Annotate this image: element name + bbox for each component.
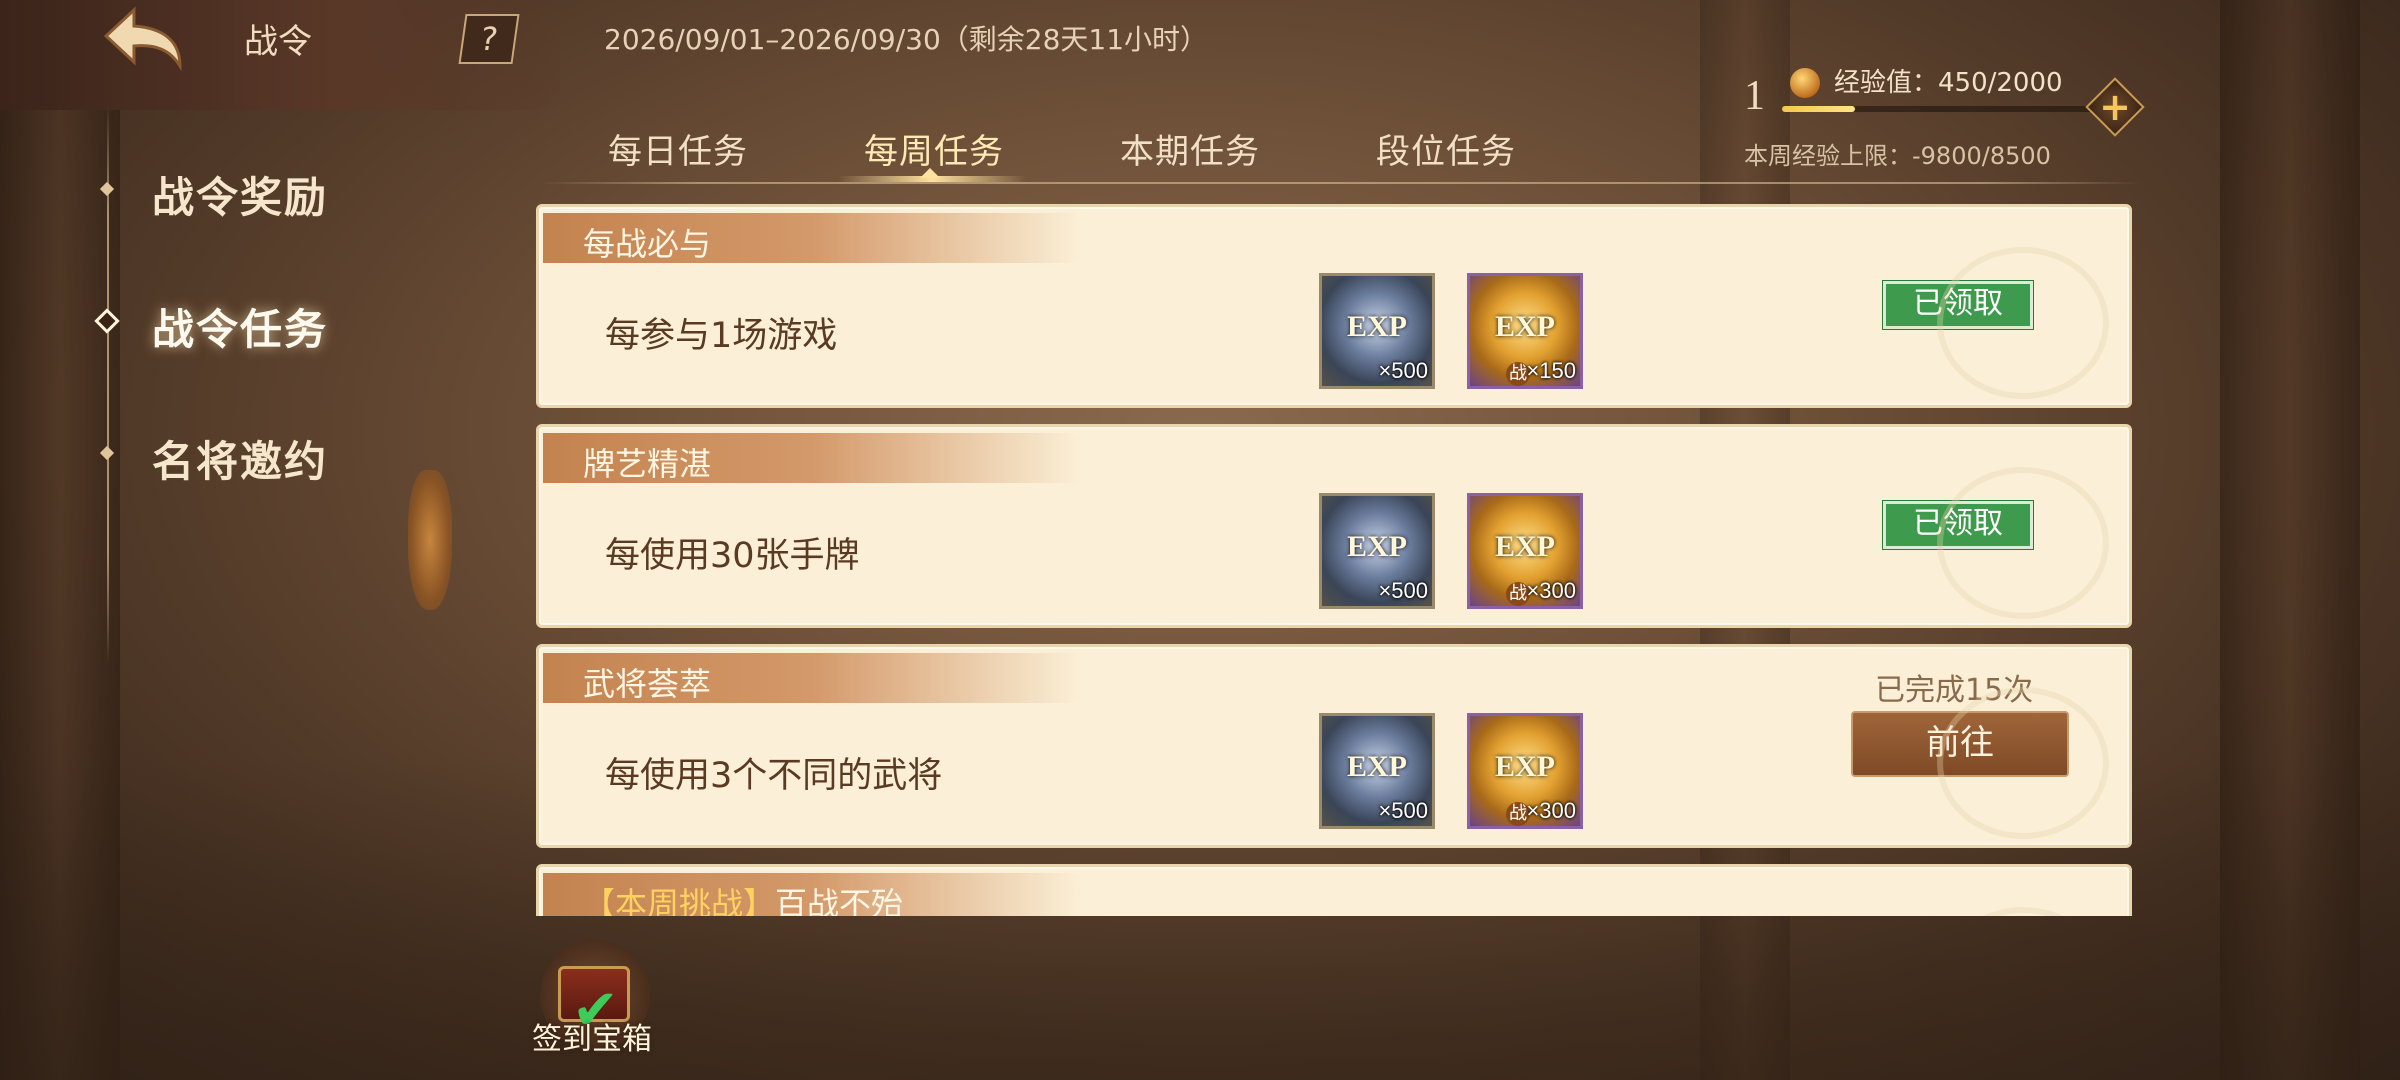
- reward-exp-gold-icon[interactable]: EXP 战 ×300: [1467, 713, 1583, 829]
- sidebar-dot-icon: [99, 181, 115, 197]
- battle-pass-level: 1: [1744, 73, 1765, 119]
- reward-quantity: ×300: [1526, 578, 1576, 603]
- reward-quantity: ×500: [1378, 578, 1428, 603]
- goto-button[interactable]: 前往: [1851, 711, 2069, 777]
- sidebar-item-label: 名将邀约: [152, 437, 329, 486]
- sidebar-item-rewards[interactable]: 战令奖励: [96, 156, 416, 226]
- exp-progress-bar: [1782, 106, 2108, 112]
- plus-icon: +: [2099, 85, 2131, 129]
- task-card: 武将荟萃 每使用3个不同的武将 EXP ×500 EXP 战 ×300 已完成1…: [536, 644, 2132, 848]
- task-header: 【本周挑战】百战不殆: [543, 873, 1083, 916]
- task-header: 每战必与: [543, 213, 1083, 263]
- task-card: 【本周挑战】百战不殆: [536, 864, 2132, 916]
- sign-in-chest-label: 签到宝箱: [532, 1022, 652, 1057]
- task-description: 每使用3个不同的武将: [605, 756, 943, 796]
- exp-coin-icon: [1790, 68, 1820, 98]
- task-list[interactable]: 每战必与 每参与1场游戏 EXP ×500 EXP 战 ×150 已领取 牌艺精…: [534, 204, 2134, 916]
- page-title: 战令: [244, 22, 312, 62]
- tab-active-marker-icon: [920, 168, 940, 178]
- challenge-title: 百战不殆: [775, 885, 904, 916]
- back-arrow-icon: [103, 6, 182, 72]
- reward-quantity: ×150: [1526, 358, 1576, 383]
- tab-rank[interactable]: 段位任务: [1376, 124, 1516, 173]
- back-button[interactable]: [100, 4, 190, 74]
- help-button[interactable]: ?: [458, 14, 520, 64]
- reward-icon-text: EXP: [1347, 530, 1407, 563]
- reward-exp-gold-icon[interactable]: EXP 战 ×300: [1467, 493, 1583, 609]
- reward-icon-text: EXP: [1347, 310, 1407, 343]
- reward-quantity: ×500: [1378, 358, 1428, 383]
- tabs-divider: [540, 182, 2140, 184]
- reward-icon-text: EXP: [1495, 310, 1555, 343]
- sidebar-item-generals[interactable]: 名将邀约: [96, 420, 416, 490]
- task-progress-text: 已完成15次: [1875, 673, 2034, 708]
- exp-value-label: 经验值：450/2000: [1834, 68, 2063, 98]
- reward-exp-silver-icon[interactable]: EXP ×500: [1319, 713, 1435, 829]
- add-exp-button[interactable]: +: [2085, 77, 2145, 137]
- reward-exp-silver-icon[interactable]: EXP ×500: [1319, 273, 1435, 389]
- sidebar-item-tasks[interactable]: 战令任务: [94, 288, 416, 358]
- tab-daily[interactable]: 每日任务: [608, 124, 748, 173]
- reward-exp-gold-icon[interactable]: EXP 战 ×150: [1467, 273, 1583, 389]
- reward-quantity: ×500: [1378, 798, 1428, 823]
- task-description: 每使用30张手牌: [605, 536, 860, 576]
- task-card: 牌艺精湛 每使用30张手牌 EXP ×500 EXP 战 ×300 已领取: [536, 424, 2132, 628]
- task-header: 牌艺精湛: [543, 433, 1083, 483]
- task-title: 牌艺精湛: [583, 445, 712, 483]
- reward-exp-silver-icon[interactable]: EXP ×500: [1319, 493, 1435, 609]
- task-title: 武将荟萃: [583, 665, 712, 703]
- tab-weekly[interactable]: 每周任务: [864, 124, 1004, 173]
- sidebar-item-label: 战令奖励: [152, 173, 329, 222]
- weekly-exp-cap: 本周经验上限：-9800/8500: [1744, 142, 2051, 170]
- challenge-prefix: 【本周挑战】: [583, 885, 776, 916]
- reward-icon-text: EXP: [1495, 750, 1555, 783]
- claimed-badge: 已领取: [1883, 501, 2033, 549]
- task-card: 每战必与 每参与1场游戏 EXP ×500 EXP 战 ×150 已领取: [536, 204, 2132, 408]
- sidebar-item-label: 战令任务: [152, 305, 329, 354]
- task-header: 武将荟萃: [543, 653, 1083, 703]
- task-title: 【本周挑战】百战不殆: [583, 879, 903, 916]
- reward-icon-text: EXP: [1495, 530, 1555, 563]
- season-date-range: 2026/09/01–2026/09/30（剩余28天11小时）: [604, 23, 1209, 56]
- reward-icon-text: EXP: [1347, 750, 1407, 783]
- task-title: 每战必与: [583, 225, 712, 263]
- tab-season[interactable]: 本期任务: [1120, 124, 1260, 173]
- sidebar-dot-icon: [99, 445, 115, 461]
- reward-quantity: ×300: [1526, 798, 1576, 823]
- background-lantern: [408, 470, 452, 610]
- task-description: 每参与1场游戏: [605, 316, 838, 356]
- exp-progress-fill: [1782, 106, 1856, 112]
- claimed-badge: 已领取: [1883, 281, 2033, 329]
- sidebar-active-dot-icon: [94, 308, 120, 334]
